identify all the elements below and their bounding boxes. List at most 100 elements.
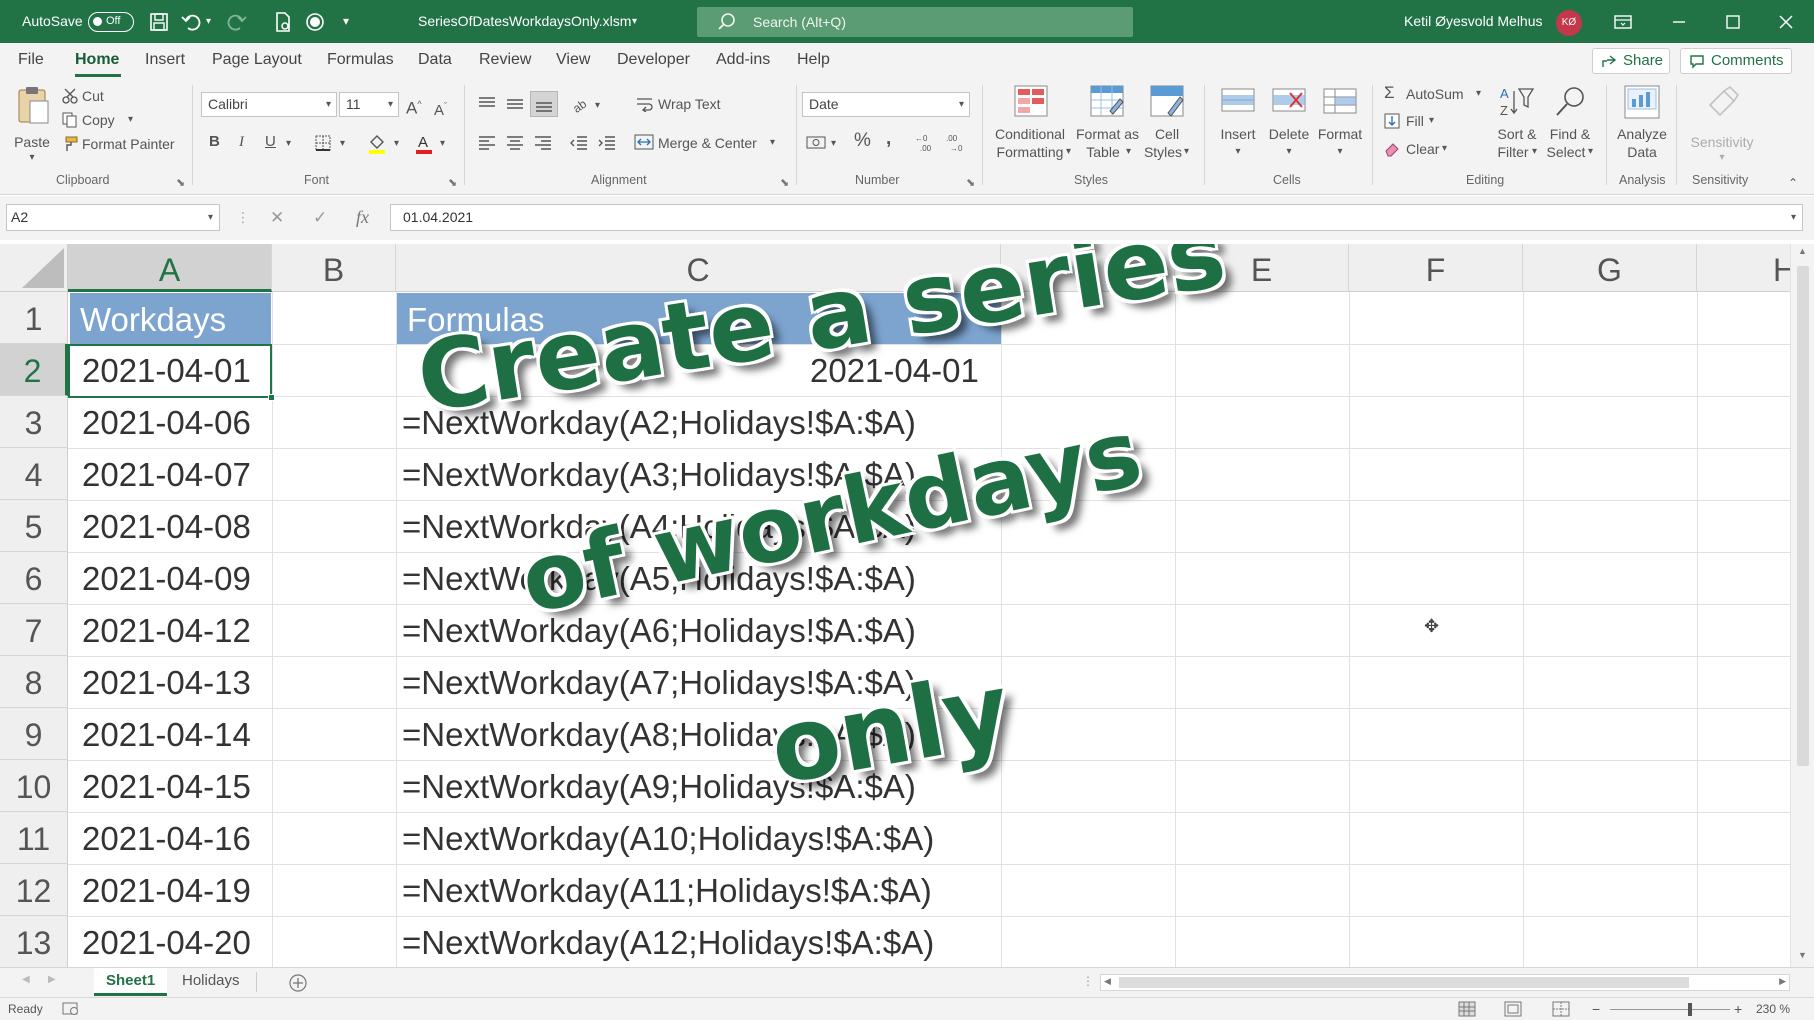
tab-add-ins[interactable]: Add-ins	[716, 43, 770, 77]
increase-indent-icon[interactable]	[597, 134, 617, 152]
orientation-icon[interactable]: ab	[572, 94, 594, 114]
share-button[interactable]: Share	[1592, 48, 1670, 74]
cell-a3[interactable]: 2021-04-06	[82, 396, 251, 448]
split-handle-icon[interactable]: ⋮	[1082, 974, 1094, 988]
autosave-toggle[interactable]: Off	[88, 12, 134, 32]
row-header-10[interactable]: 10	[0, 760, 68, 812]
sheet-tab-holidays[interactable]: Holidays	[170, 968, 252, 996]
cell-c13[interactable]: =NextWorkday(A12;Holidays!$A:$A)	[402, 916, 934, 967]
cancel-entry-icon[interactable]: ✕	[270, 204, 284, 231]
fill-handle[interactable]	[268, 394, 275, 401]
row-header-4[interactable]: 4	[0, 448, 68, 500]
cell-a12[interactable]: 2021-04-19	[82, 864, 251, 916]
fill-color-icon[interactable]	[367, 132, 387, 154]
undo-dropdown-icon[interactable]: ▾	[206, 0, 211, 43]
scroll-thumb[interactable]	[1797, 266, 1809, 766]
fill-color-dropdown-icon[interactable]: ▾	[394, 135, 399, 153]
select-all-button[interactable]	[0, 244, 68, 292]
underline-dropdown-icon[interactable]: ▾	[286, 135, 291, 153]
ribbon-display-icon[interactable]	[1610, 9, 1636, 35]
cell-a11[interactable]: 2021-04-16	[82, 812, 251, 864]
increase-decimal-icon[interactable]: ←0.00	[914, 132, 936, 154]
column-header-b[interactable]: B	[272, 244, 396, 292]
clear-button[interactable]: Clear ▾	[1384, 139, 1454, 159]
align-center-icon[interactable]	[505, 134, 525, 152]
tab-formulas[interactable]: Formulas	[327, 43, 394, 77]
orientation-dropdown-icon[interactable]: ▾	[595, 97, 600, 115]
tab-insert[interactable]: Insert	[145, 43, 185, 77]
insert-function-button[interactable]: fx	[356, 204, 369, 231]
zoom-slider-thumb[interactable]	[1688, 1003, 1692, 1016]
avatar[interactable]: KØ	[1556, 10, 1582, 36]
align-left-icon[interactable]	[477, 134, 497, 152]
decrease-indent-icon[interactable]	[569, 134, 589, 152]
comments-button[interactable]: Comments	[1680, 48, 1792, 74]
wrap-text-button[interactable]: Wrap Text	[636, 95, 736, 115]
sensitivity-button[interactable]: Sensitivity ▾	[1684, 85, 1760, 171]
close-icon[interactable]	[1773, 9, 1799, 35]
row-header-6[interactable]: 6	[0, 552, 68, 604]
normal-view-icon[interactable]	[1458, 1001, 1476, 1017]
percent-style-icon[interactable]: %	[854, 131, 871, 150]
formula-input[interactable]: 01.04.2021 ▾	[390, 204, 1803, 231]
accounting-format-icon[interactable]	[806, 135, 828, 151]
row-header-13[interactable]: 13	[0, 916, 68, 967]
cell-c12[interactable]: =NextWorkday(A11;Holidays!$A:$A)	[402, 864, 932, 916]
tab-developer[interactable]: Developer	[617, 43, 690, 77]
tab-review[interactable]: Review	[479, 43, 531, 77]
comma-style-icon[interactable]: ,	[886, 129, 891, 148]
page-layout-view-icon[interactable]	[1504, 1001, 1522, 1017]
column-header-h[interactable]: H	[1697, 244, 1790, 292]
new-sheet-icon[interactable]	[288, 973, 308, 993]
format-cells-button[interactable]: Format ▾	[1314, 85, 1366, 171]
row-header-11[interactable]: 11	[0, 812, 68, 864]
cell-a6[interactable]: 2021-04-09	[82, 552, 251, 604]
save-icon[interactable]	[148, 11, 170, 33]
cell-a13[interactable]: 2021-04-20	[82, 916, 251, 967]
tab-data[interactable]: Data	[418, 43, 452, 77]
file-name-chevron-icon[interactable]: ▾	[632, 0, 637, 43]
find-select-button[interactable]: Find & Select ▾	[1542, 85, 1598, 171]
scroll-left-icon[interactable]: ◀	[1104, 976, 1111, 987]
scroll-down-icon[interactable]: ▼	[1798, 950, 1807, 960]
increase-font-icon[interactable]: A^	[406, 95, 422, 118]
tab-view[interactable]: View	[556, 43, 590, 77]
scroll-thumb[interactable]	[1119, 977, 1689, 988]
cell-a1[interactable]: Workdays	[70, 293, 271, 344]
column-header-g[interactable]: G	[1523, 244, 1697, 292]
zoom-slider[interactable]	[1610, 1009, 1730, 1010]
accounting-dropdown-icon[interactable]: ▾	[831, 135, 836, 153]
horizontal-scrollbar[interactable]: ◀ ▶	[1100, 974, 1790, 991]
row-header-5[interactable]: 5	[0, 500, 68, 552]
row-header-12[interactable]: 12	[0, 864, 68, 916]
clipboard-launcher-icon[interactable]: ⬊	[176, 174, 185, 192]
row-header-8[interactable]: 8	[0, 656, 68, 708]
conditional-formatting-button[interactable]: Conditional Formatting ▾	[986, 85, 1074, 171]
font-launcher-icon[interactable]: ⬊	[448, 174, 457, 192]
zoom-out-icon[interactable]: −	[1592, 998, 1600, 1020]
cell-a5[interactable]: 2021-04-08	[82, 500, 251, 552]
decrease-font-icon[interactable]: Aˇ	[434, 97, 447, 120]
worksheet-grid[interactable]: A B C E F G H 1 2 3 4 5 6 7 8 9 10 11 12…	[0, 244, 1790, 967]
font-color-icon[interactable]: A	[414, 132, 434, 154]
cell-a8[interactable]: 2021-04-13	[82, 656, 251, 708]
undo-icon[interactable]	[180, 11, 202, 33]
format-painter-button[interactable]: Format Painter	[62, 134, 182, 154]
vertical-scrollbar[interactable]: ▲ ▼	[1790, 244, 1814, 967]
delete-cells-button[interactable]: Delete ▾	[1264, 85, 1314, 171]
record-macro-icon[interactable]	[304, 11, 326, 33]
zoom-in-icon[interactable]: +	[1734, 998, 1742, 1020]
row-header-7[interactable]: 7	[0, 604, 68, 656]
font-size-select[interactable]: 11 ▾	[339, 92, 399, 117]
customize-qat-icon[interactable]: ▾	[343, 0, 349, 43]
row-header-9[interactable]: 9	[0, 708, 68, 760]
cell-a7[interactable]: 2021-04-12	[82, 604, 251, 656]
format-as-table-button[interactable]: Format as Table ▾	[1076, 85, 1139, 171]
cell-a9[interactable]: 2021-04-14	[82, 708, 251, 760]
number-format-select[interactable]: Date ▾	[802, 92, 970, 117]
accessibility-icon[interactable]	[62, 1002, 80, 1016]
alignment-launcher-icon[interactable]: ⬊	[780, 174, 789, 192]
autosum-button[interactable]: Σ AutoSum ▾	[1384, 84, 1492, 104]
align-middle-icon[interactable]	[505, 95, 525, 113]
search-box[interactable]: Search (Alt+Q)	[697, 7, 1133, 37]
